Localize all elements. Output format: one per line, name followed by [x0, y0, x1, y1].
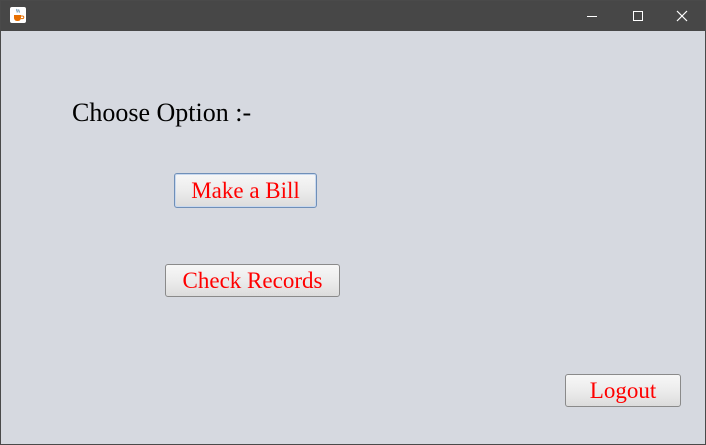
make-a-bill-button[interactable]: Make a Bill [174, 173, 317, 208]
java-cup-icon [10, 7, 26, 23]
app-window: Choose Option :- Make a Bill Check Recor… [0, 0, 706, 445]
close-button[interactable] [659, 1, 705, 31]
main-panel: Choose Option :- Make a Bill Check Recor… [1, 31, 705, 444]
close-icon [676, 10, 688, 22]
choose-option-heading: Choose Option :- [72, 98, 252, 127]
logout-button[interactable]: Logout [565, 374, 681, 407]
check-records-button[interactable]: Check Records [165, 264, 340, 297]
minimize-icon [587, 16, 597, 17]
maximize-button[interactable] [615, 1, 661, 31]
title-bar[interactable] [1, 1, 705, 31]
minimize-button[interactable] [569, 1, 615, 31]
maximize-icon [633, 11, 643, 21]
